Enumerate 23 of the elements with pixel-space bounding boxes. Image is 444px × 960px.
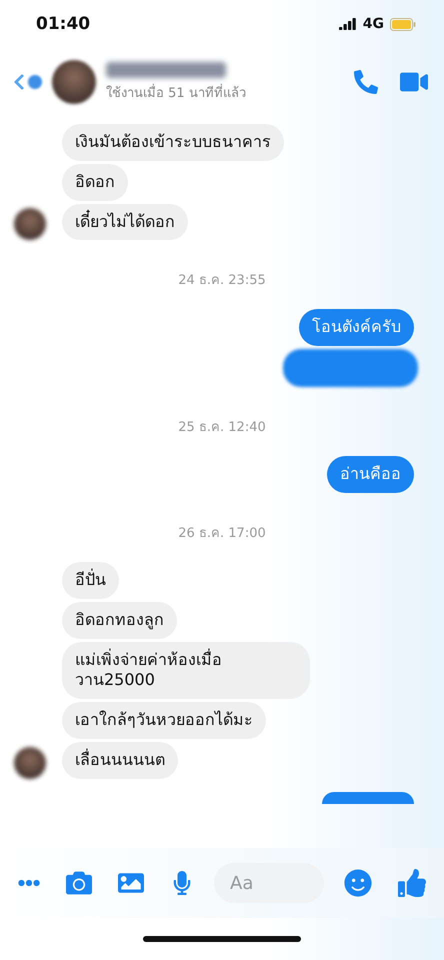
timestamp: 24 ธ.ค. 23:55: [177, 272, 267, 290]
battery-icon: [390, 18, 416, 30]
message-bubble: เดี๋ยวไม่ได้ดอก: [62, 204, 188, 240]
message-bubble: อ่านคืออ: [327, 456, 414, 493]
message-bubble: อิดอก: [62, 164, 128, 201]
status-time: 01:40: [36, 14, 90, 34]
timestamp: 25 ธ.ค. 12:40: [177, 419, 267, 438]
timestamp: 26 ธ.ค. 17:00: [177, 524, 267, 543]
network-label: 4G: [362, 16, 384, 32]
message-bubble: เลื่อนนนนนต: [62, 742, 178, 779]
message-bubble: แม่เพิ่งจ่ายค่าห้องเมื่อวาน25000: [62, 642, 310, 700]
message-bubble: อีปั่น: [62, 562, 119, 599]
message-bubble: เอาใกล้ๆวันหวยออกได้มะ: [62, 702, 266, 739]
unread-badge: [28, 75, 42, 89]
message-bubble: เงินมันต้องเข้าระบบธนาคาร: [62, 124, 284, 161]
message-bubble: อิดอกทองลูก: [62, 602, 177, 639]
signal-icon: [338, 18, 357, 30]
active-status: ใช้งานเมื่อ 51 นาทีที่แล้ว: [106, 82, 247, 102]
message-bubble: โอนตังค์ครับ: [299, 309, 414, 346]
avatar: [14, 746, 46, 779]
avatar: [14, 208, 46, 240]
message-input[interactable]: Aa: [214, 863, 324, 903]
avatar: [52, 60, 96, 104]
